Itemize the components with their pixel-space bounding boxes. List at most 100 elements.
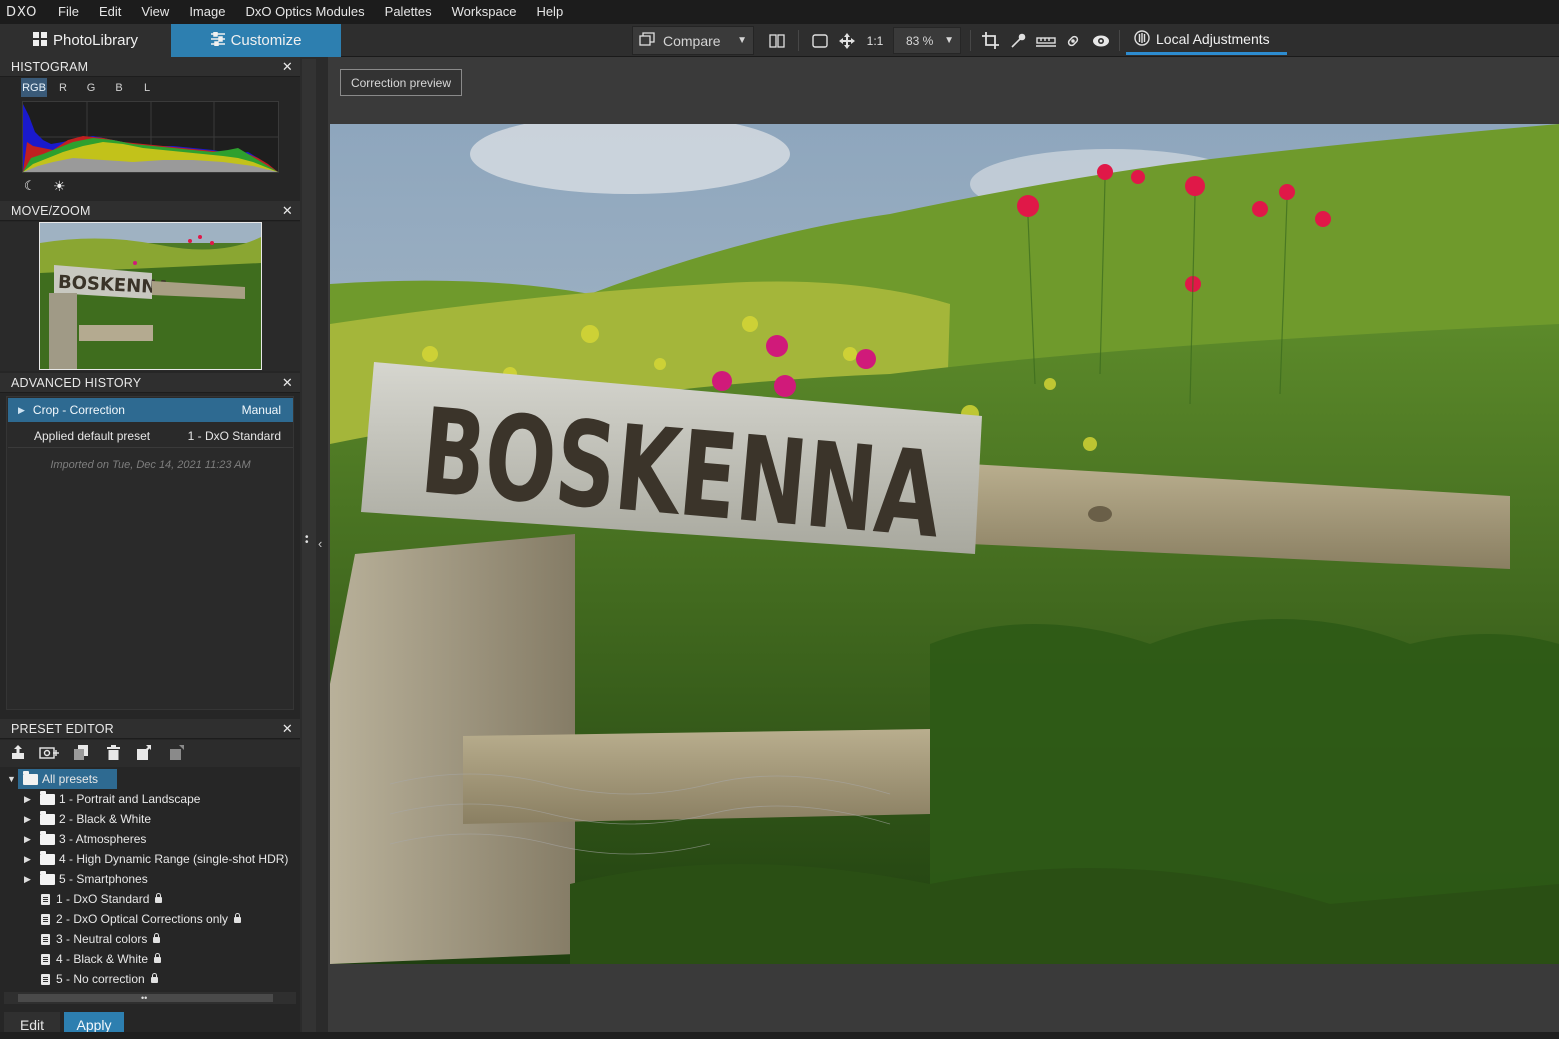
export-preset-disabled-button[interactable] [170,745,184,763]
splitter-grip-icon: • • [305,532,309,548]
menu-palettes[interactable]: Palettes [375,0,442,24]
menu-help[interactable]: Help [526,0,573,24]
preset-horizontal-scrollbar[interactable]: •• [4,992,296,1004]
history-value: 1 - DxO Standard [187,428,281,443]
image-viewer[interactable]: Correction preview BOSKENNA [328,57,1559,1032]
photo-canvas: BOSKENNA [330,124,1559,964]
lock-icon [153,933,161,943]
menu-file[interactable]: File [48,0,89,24]
horizon-button[interactable] [1034,26,1058,55]
tree-preset[interactable]: 5 - No correction [0,969,300,989]
folder-label: 3 - Atmospheres [59,832,147,846]
eye-icon [1093,35,1109,46]
tree-root-all-presets[interactable]: ▼ All presets [0,769,300,789]
export-icon [137,745,151,760]
expand-arrow-icon[interactable]: ▶ [18,405,25,416]
compare-dropdown-icon[interactable]: ▼ [737,35,747,46]
histogram-tab-b[interactable]: B [106,78,132,97]
expand-arrow-icon[interactable]: ▶ [24,834,34,845]
split-view-icon [769,33,785,48]
repair-button[interactable] [1062,26,1084,55]
crop-button[interactable] [979,26,1001,55]
zoom-dropdown-icon: ▼ [944,35,954,46]
tab-photolibrary[interactable]: PhotoLibrary [0,24,171,57]
tree-folder[interactable]: ▶ 5 - Smartphones [0,869,300,889]
history-row[interactable]: Applied default preset 1 - DxO Standard [8,424,293,448]
tree-preset[interactable]: 4 - Black & White [0,949,300,969]
expand-arrow-icon[interactable]: ▶ [24,794,34,805]
toolbar-separator [798,30,799,51]
menu-edit[interactable]: Edit [89,0,131,24]
bandage-icon [1067,35,1079,46]
tree-folder[interactable]: ▶ 1 - Portrait and Landscape [0,789,300,809]
shadow-clipping-icon[interactable]: ☾ [24,178,36,194]
eyedropper-button[interactable] [1007,26,1029,55]
preset-file-icon [41,913,50,925]
tree-preset[interactable]: 3 - Neutral colors [0,929,300,949]
sliders-icon [210,31,225,49]
histogram-tab-l[interactable]: L [134,78,160,97]
menu-view[interactable]: View [131,0,179,24]
tree-preset[interactable]: 1 - DxO Standard [0,889,300,909]
export-preset-button[interactable] [137,745,151,763]
lock-icon [150,973,158,983]
zoom-one-to-one-button[interactable]: 1:1 [862,26,888,55]
close-icon[interactable]: ✕ [282,375,293,391]
histogram-tab-g[interactable]: G [78,78,104,97]
history-action: Crop - Correction [32,403,125,417]
close-icon[interactable]: ✕ [282,721,293,737]
import-preset-button[interactable] [11,745,25,763]
history-row-selected[interactable]: ▶ Crop - Correction Manual [8,398,293,422]
tree-folder[interactable]: ▶ 2 - Black & White [0,809,300,829]
delete-preset-button[interactable] [107,745,120,763]
menu-optics-modules[interactable]: DxO Optics Modules [235,0,374,24]
eyedropper-icon [1011,33,1026,48]
export-disabled-icon [170,745,184,760]
split-view-button[interactable] [766,26,788,55]
local-adjustments-button[interactable]: Local Adjustments [1126,26,1287,55]
palette-splitter[interactable]: • • ‹ [300,57,328,1039]
menu-workspace[interactable]: Workspace [442,0,527,24]
main-photo[interactable]: BOSKENNA [330,124,1559,964]
expand-arrow-icon[interactable]: ▶ [24,854,34,865]
menu-image[interactable]: Image [179,0,235,24]
compare-button[interactable]: Compare ▼ [632,26,754,55]
tree-folder[interactable]: ▶ 4 - High Dynamic Range (single-shot HD… [0,849,300,869]
move-button[interactable] [837,26,857,55]
histogram-tab-r[interactable]: R [50,78,76,97]
thumbnail-photo: BOSKENNA [40,223,261,369]
fit-screen-button[interactable] [810,26,830,55]
close-icon[interactable]: ✕ [282,203,293,219]
preset-file-icon [41,973,50,985]
preset-editor-title: PRESET EDITOR [11,721,114,736]
history-value: Manual [241,403,281,417]
scrollbar-grip-icon: •• [141,993,148,1003]
history-action: Applied default preset [34,428,151,443]
folder-icon [40,830,55,845]
correction-preview-label: Correction preview [340,69,462,96]
movezoom-thumbnail[interactable]: BOSKENNA [39,222,262,370]
histogram-title: HISTOGRAM [11,59,89,74]
preview-toggle-button[interactable] [1090,26,1112,55]
histogram-tab-rgb[interactable]: RGB [21,78,47,97]
menu-bar: DXO File Edit View Image DxO Optics Modu… [0,0,1559,24]
histogram-header: HISTOGRAM ✕ [0,57,300,77]
lock-icon [155,893,163,903]
tree-preset[interactable]: 2 - DxO Optical Corrections only [0,909,300,929]
tab-customize[interactable]: Customize [171,24,341,57]
history-title: ADVANCED HISTORY [11,375,142,390]
highlight-clipping-icon[interactable]: ☀ [53,178,66,195]
preset-editor-header: PRESET EDITOR ✕ [0,719,300,739]
close-icon[interactable]: ✕ [282,59,293,75]
collapse-panel-icon[interactable]: ‹ [318,536,322,551]
expand-arrow-icon[interactable]: ▶ [24,814,34,825]
folder-icon [40,810,55,825]
history-imported-note: Imported on Tue, Dec 14, 2021 11:23 AM [50,459,251,471]
folder-icon [23,770,38,785]
zoom-select[interactable]: 83 % ▼ [893,27,961,54]
tree-folder[interactable]: ▶ 3 - Atmospheres [0,829,300,849]
toolbar-separator [970,30,971,51]
expand-arrow-icon[interactable]: ▶ [24,874,34,885]
new-preset-from-settings-button[interactable] [39,746,59,763]
duplicate-preset-button[interactable] [74,745,89,763]
